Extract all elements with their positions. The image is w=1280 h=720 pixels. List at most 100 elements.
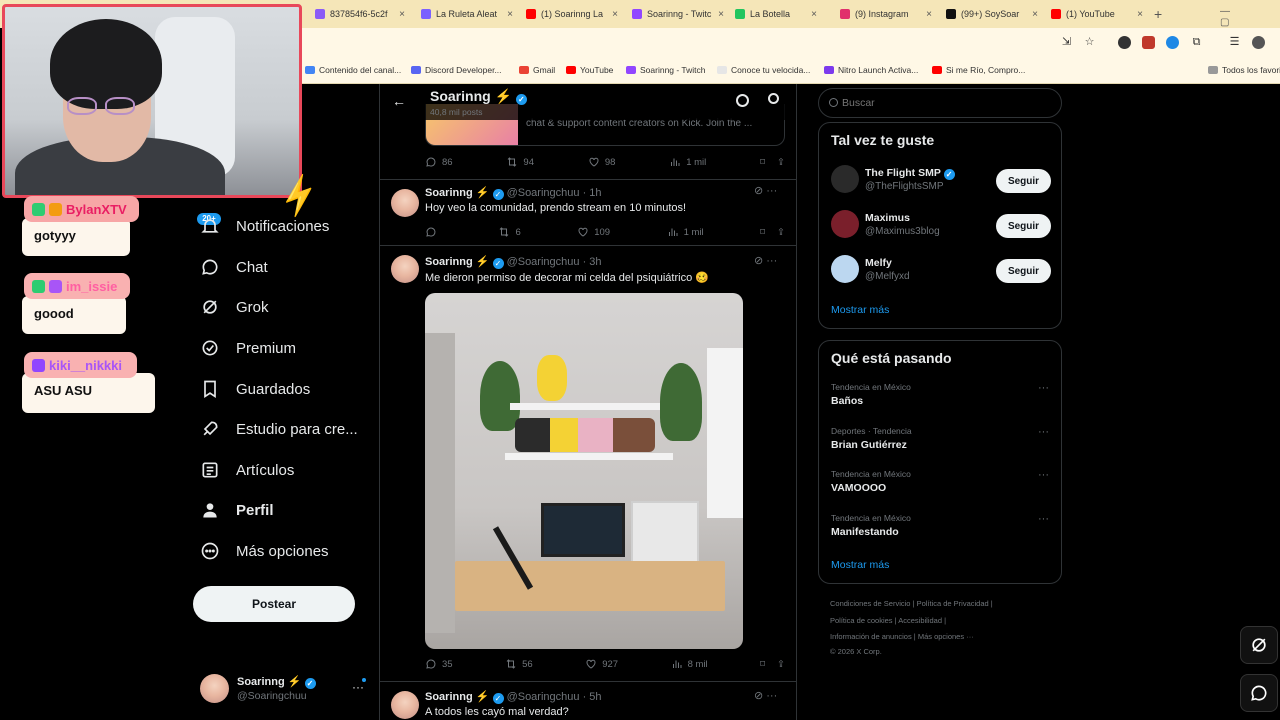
follow-button[interactable]: Seguir [996,214,1051,238]
more-dots-icon[interactable]: ··· [1038,513,1049,525]
close-tab-icon[interactable]: × [507,9,513,20]
extension-icon-3[interactable] [1166,36,1179,49]
close-tab-icon[interactable]: × [399,9,405,20]
window-controls[interactable]: — ▢ [1220,6,1280,28]
close-tab-icon[interactable]: × [811,9,817,20]
trend-item[interactable]: Tendencia en México Baños ··· [831,382,1051,407]
extension-icon-1[interactable] [1118,36,1131,49]
nav-item-perfil[interactable]: Perfil [200,500,274,520]
footer-links[interactable]: Condiciones de Servicio | Política de Pr… [830,599,993,608]
puzzle-icon[interactable]: ⧉ [1190,36,1203,49]
nav-item-guardados[interactable]: Guardados [200,379,310,399]
post[interactable]: Soarinng ⚡ ✓ @Soaringchuu · 5h ⊘ ··· A t… [380,682,796,720]
views-button[interactable]: 1 mil [669,156,706,168]
trend-item[interactable]: Deportes · Tendencia Brian Gutiérrez ··· [831,426,1051,451]
views-button[interactable]: 1 mil [667,226,704,238]
nav-item-notificaciones[interactable]: Notificaciones [200,216,329,236]
follow-suggestion[interactable]: The Flight SMP ✓ @TheFlightsSMP Seguir [831,165,1051,201]
follow-suggestion[interactable]: Maximus @Maximus3blog Seguir [831,210,1051,246]
post[interactable]: Soarinng ⚡ ✓ @Soaringchuu · 3h ⊘ ··· Me … [380,246,796,682]
reply-button[interactable]: 86 [425,156,453,168]
nav-item-articulos[interactable]: Artículos [200,460,294,480]
close-tab-icon[interactable]: × [1032,9,1038,20]
browser-tab[interactable]: (9) Instagram × [840,5,932,23]
nav-item-estudio[interactable]: Estudio para cre... [200,419,358,439]
grok-icon[interactable] [736,94,749,107]
browser-tab[interactable]: (1) Soarinng La × [526,5,618,23]
post-more-icon[interactable]: ⊘ ··· [754,689,777,702]
share-icon[interactable]: ⇪ [777,227,785,238]
post-more-icon[interactable]: ⊘ ··· [754,184,777,197]
post-more-icon[interactable]: ⊘ ··· [754,254,777,267]
follow-button[interactable]: Seguir [996,259,1051,283]
bookmark-item[interactable]: Soarinng - Twitch [626,65,706,75]
footer-links[interactable]: Información de anuncios | Más opciones ·… [830,632,974,641]
reply-button[interactable]: 35 [425,658,453,670]
bookmark-item[interactable]: Gmail [519,65,555,75]
nav-item-premium[interactable]: Premium [200,338,296,358]
share-icon[interactable]: ⇪ [777,659,785,670]
bookmark-item[interactable]: Todos los favoritos [1208,65,1280,75]
show-more-link[interactable]: Mostrar más [831,559,889,571]
follow-suggestion[interactable]: Melfy @Melfyxd Seguir [831,255,1051,291]
footer-links[interactable]: Política de cookies | Accesibilidad | [830,616,946,625]
favicon-icon [946,9,956,19]
close-tab-icon[interactable]: × [1137,9,1143,20]
bookmark-icon[interactable]: ⌑ [760,227,765,238]
browser-tab[interactable]: (1) YouTube × [1051,5,1143,23]
bookmark-item[interactable]: YouTube [566,65,613,75]
browser-tab[interactable]: La Botella × [735,5,817,23]
post-button[interactable]: Postear [193,586,355,622]
grok-fab[interactable] [1240,626,1278,664]
trend-item[interactable]: Tendencia en México Manifestando ··· [831,513,1051,538]
search-box[interactable] [818,88,1062,118]
post[interactable]: Soarinng ⚡ ✓ @Soaringchuu · 1h ⊘ ··· Hoy… [380,180,796,246]
show-more-link[interactable]: Mostrar más [831,304,889,316]
browser-tab[interactable]: 837854f6-5c2f × [315,5,405,23]
chat-message-text: goood [34,306,74,321]
back-arrow-icon[interactable]: ← [392,93,406,109]
profile-icon[interactable] [1252,36,1265,49]
more-dots-icon[interactable]: ··· [1038,426,1049,438]
like-button[interactable]: 98 [588,156,615,168]
more-dots-icon[interactable]: ··· [1038,469,1049,481]
browser-tab[interactable]: Soarinng - Twitc × [632,5,724,23]
trend-item[interactable]: Tendencia en México VAMOOOO ··· [831,469,1051,494]
bookmark-item[interactable]: Si me Río, Compro... [932,65,1025,75]
extension-icon-2[interactable] [1142,36,1155,49]
repost-button[interactable]: 6 [498,226,521,238]
bookmark-item[interactable]: Discord Developer... [411,65,502,75]
like-button[interactable]: 927 [585,658,618,670]
search-icon[interactable] [768,93,779,104]
post-image[interactable] [425,293,743,649]
close-tab-icon[interactable]: × [926,9,932,20]
views-button[interactable]: 8 mil [671,658,708,670]
new-tab-button[interactable]: + [1154,6,1162,22]
install-app-icon[interactable]: ⇲ [1060,36,1073,49]
repost-icon [508,157,517,167]
close-tab-icon[interactable]: × [612,9,618,20]
reply-button[interactable] [425,226,442,238]
bookmark-icon[interactable]: ⌑ [760,659,765,670]
bookmark-item[interactable]: Contenido del canal... [305,65,401,75]
nav-item-chat[interactable]: Chat [200,257,268,277]
bookmark-item[interactable]: Conoce tu velocida... [717,65,810,75]
like-button[interactable]: 109 [577,226,610,238]
more-dots-icon[interactable]: ··· [1038,382,1049,394]
nav-item-mas-opciones[interactable]: Más opciones [200,541,329,561]
close-tab-icon[interactable]: × [718,9,724,20]
nav-item-grok[interactable]: Grok [200,297,269,317]
browser-tab[interactable]: (99+) SoySoar × [946,5,1038,23]
follow-button[interactable]: Seguir [996,169,1051,193]
bookmark-item[interactable]: Nitro Launch Activa... [824,65,918,75]
repost-button[interactable]: 56 [505,658,533,670]
browser-tab[interactable]: La Ruleta Aleat × [421,5,513,23]
media-icon[interactable]: ☰ [1228,36,1241,49]
share-icon[interactable]: ⇪ [777,157,785,168]
star-icon[interactable]: ☆ [1083,36,1096,49]
search-input[interactable] [842,95,1042,111]
account-switcher[interactable]: Soarinng ⚡ ✓ @Soaringchuu ··· [200,672,375,708]
repost-button[interactable]: 94 [506,156,534,168]
messages-fab[interactable] [1240,674,1278,712]
bookmark-icon[interactable]: ⌑ [760,157,765,168]
